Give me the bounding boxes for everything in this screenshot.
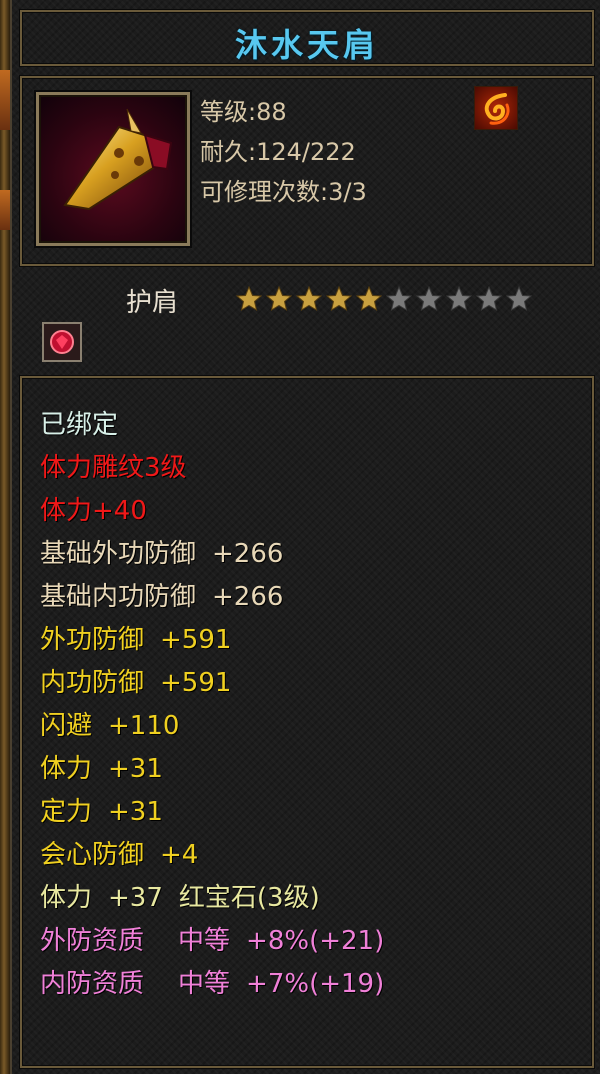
inner-defense-aptitude: 内防资质 中等 +7%(+19) bbox=[40, 963, 384, 1000]
star-empty-icon bbox=[416, 286, 442, 312]
attr-label: 体力 bbox=[40, 883, 93, 913]
focus: 定力 +31 bbox=[40, 791, 163, 828]
aptitude-grade: 中等 bbox=[178, 969, 231, 999]
dodge: 闪避 +110 bbox=[40, 705, 179, 742]
fire-swirl-icon bbox=[474, 86, 518, 130]
item-level: 等级:88 bbox=[200, 98, 287, 126]
inner-defense: 内功防御 +591 bbox=[40, 662, 231, 699]
critical-defense: 会心防御 +4 bbox=[40, 834, 198, 871]
star-filled-icon bbox=[356, 286, 382, 312]
attr-value: +591 bbox=[160, 668, 232, 698]
attr-label: 内防资质 bbox=[40, 969, 145, 999]
attr-label: 定力 bbox=[40, 797, 93, 827]
red-gem-icon[interactable] bbox=[42, 322, 82, 362]
golden-shoulder-guard-icon[interactable] bbox=[36, 92, 190, 246]
attr-value: +31 bbox=[108, 754, 163, 784]
attr-value: +7%(+19) bbox=[246, 969, 385, 999]
outer-defense-aptitude: 外防资质 中等 +8%(+21) bbox=[40, 920, 384, 957]
engraving-bonus: 体力+40 bbox=[40, 496, 147, 526]
gem-name: 红宝石(3级) bbox=[178, 883, 320, 913]
attr-label: 体力 bbox=[40, 754, 93, 784]
item-info-box: 等级:88 耐久:124/222 可修理次数:3/3 bbox=[20, 76, 594, 266]
attr-label: 内功防御 bbox=[40, 668, 145, 698]
item-name: 沐水天肩 bbox=[234, 26, 379, 64]
edge-decoration bbox=[0, 70, 10, 130]
item-type-row: 护肩 bbox=[20, 276, 594, 372]
outer-defense: 外功防御 +591 bbox=[40, 619, 231, 656]
item-durability: 耐久:124/222 bbox=[200, 138, 356, 166]
star-empty-icon bbox=[446, 286, 472, 312]
attr-value: +4 bbox=[160, 840, 199, 870]
attr-label: 外功防御 bbox=[40, 625, 145, 655]
attr-value: +266 bbox=[212, 582, 284, 612]
base-outer-defense: 基础外功防御 +266 bbox=[40, 533, 283, 570]
edge-decoration bbox=[0, 190, 10, 230]
attr-value: +266 bbox=[212, 539, 284, 569]
star-filled-icon bbox=[326, 286, 352, 312]
attr-label: 基础外功防御 bbox=[40, 539, 197, 569]
star-empty-icon bbox=[386, 286, 412, 312]
adjacent-window-edge bbox=[0, 0, 10, 1074]
attr-value: +110 bbox=[108, 711, 180, 741]
stamina: 体力 +31 bbox=[40, 748, 163, 785]
item-type: 护肩 bbox=[126, 288, 179, 318]
attr-value: +8%(+21) bbox=[246, 926, 385, 956]
attribute-list: 已绑定 体力雕纹3级 体力+40 基础外功防御 +266 基础内功防御 +266 外… bbox=[20, 376, 594, 1068]
base-inner-defense: 基础内功防御 +266 bbox=[40, 576, 283, 613]
star-filled-icon bbox=[266, 286, 292, 312]
bound-status: 已绑定 bbox=[40, 410, 119, 440]
attr-value: +591 bbox=[160, 625, 232, 655]
item-tooltip-panel: 沐水天肩 等级:88 耐久:124/222 可修理次数:3/3 护肩 已绑定 体… bbox=[10, 0, 600, 1074]
attr-value: +37 bbox=[108, 883, 163, 913]
attr-label: 会心防御 bbox=[40, 840, 145, 870]
attr-label: 外防资质 bbox=[40, 926, 145, 956]
star-empty-icon bbox=[476, 286, 502, 312]
engraving-attribute: 体力雕纹3级 bbox=[40, 453, 187, 483]
title-bar: 沐水天肩 bbox=[20, 10, 594, 66]
star-filled-icon bbox=[296, 286, 322, 312]
aptitude-grade: 中等 bbox=[178, 926, 231, 956]
attr-label: 闪避 bbox=[40, 711, 93, 741]
attr-value: +31 bbox=[108, 797, 163, 827]
star-empty-icon bbox=[506, 286, 532, 312]
attr-label: 基础内功防御 bbox=[40, 582, 197, 612]
gem-bonus: 体力 +37 红宝石(3级) bbox=[40, 877, 320, 914]
item-repair-count: 可修理次数:3/3 bbox=[200, 178, 367, 206]
star-filled-icon bbox=[236, 286, 262, 312]
